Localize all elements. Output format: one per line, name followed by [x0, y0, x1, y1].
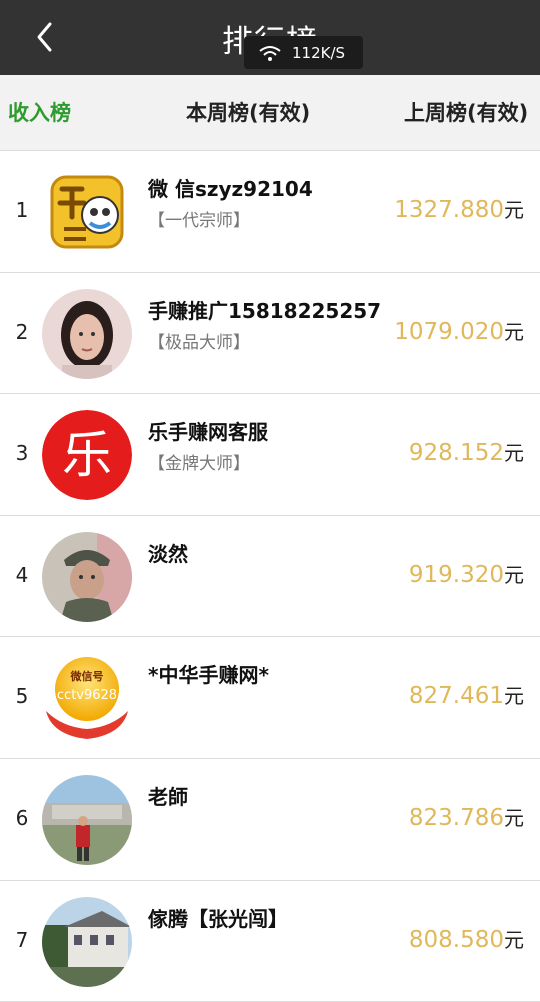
amount-unit: 元: [504, 441, 524, 466]
amount-value: 827.461: [408, 683, 504, 710]
rank-number: 5: [15, 684, 29, 709]
rank-number: 6: [15, 805, 29, 830]
top-bar: 排行榜 112K/S: [0, 0, 540, 75]
user-name: 乐手赚网客服: [148, 420, 268, 445]
amount-unit: 元: [504, 805, 524, 830]
amount-unit: 元: [504, 562, 524, 587]
user-level: 【一代宗师】: [148, 211, 250, 231]
ranking-row[interactable]: 6 老師 823.786元: [0, 758, 540, 881]
svg-text:乐: 乐: [62, 426, 112, 484]
ranking-row[interactable]: 7 傢腾【张光闯】 808.580元: [0, 880, 540, 1002]
tab-this-week[interactable]: 本周榜(有效): [186, 97, 310, 127]
man-portrait-avatar: [42, 531, 132, 622]
user-name: 老師: [148, 784, 188, 809]
amount-value: 928.152: [408, 440, 504, 467]
woman-portrait-avatar: [42, 288, 132, 379]
svg-text:微信号: 微信号: [70, 669, 104, 683]
rank-number: 3: [15, 441, 29, 466]
amount-unit: 元: [504, 927, 524, 952]
amount-value: 1079.020: [394, 318, 504, 345]
network-speed-badge: 112K/S: [244, 36, 363, 69]
user-name: *中华手赚网*: [148, 663, 269, 688]
ranking-row[interactable]: 1 微 信szyz92104 【一代宗师】 1327.880元: [0, 151, 540, 273]
amount-value: 1327.880: [394, 197, 504, 223]
earnings-amount: 827.461元: [409, 680, 524, 709]
rank-number: 1: [15, 198, 29, 222]
ranking-list: 1 微 信szyz92104 【一代宗师】 1327.880元 2 手赚推广15…: [0, 151, 540, 1002]
amount-unit: 元: [504, 198, 524, 222]
rank-number: 7: [15, 927, 29, 952]
ranking-row[interactable]: 3 乐 乐手赚网客服 【金牌大师】 928.152元: [0, 394, 540, 516]
user-level: 【金牌大师】: [148, 454, 250, 475]
tab-income[interactable]: 收入榜: [8, 97, 71, 127]
coin-money-avatar: [42, 167, 132, 257]
rank-number: 4: [15, 562, 29, 587]
wechat-logo-avatar: 微信号 cctv9628: [42, 653, 132, 744]
earnings-amount: 1079.020元: [394, 316, 524, 345]
person-outdoor-avatar: [42, 774, 132, 865]
wifi-icon: [259, 45, 281, 61]
earnings-amount: 1327.880元: [394, 194, 524, 223]
earnings-amount: 919.320元: [409, 559, 524, 588]
earnings-amount: 808.580元: [409, 924, 524, 953]
amount-value: 823.786: [408, 804, 504, 831]
user-name: 傢腾【张光闯】: [148, 906, 288, 931]
ranking-row[interactable]: 4 淡然 919.320元: [0, 515, 540, 638]
building-avatar: [42, 896, 132, 987]
earnings-amount: 928.152元: [409, 437, 524, 466]
rank-number: 2: [15, 319, 29, 344]
ranking-row[interactable]: 5 微信号 cctv9628 *中华手赚网* 827.461元: [0, 637, 540, 759]
user-level: 【极品大师】: [148, 332, 250, 353]
user-name: 淡然: [148, 541, 188, 566]
tab-bar: 收入榜 本周榜(有效) 上周榜(有效): [0, 75, 540, 151]
amount-value: 919.320: [408, 561, 504, 588]
svg-text:cctv9628: cctv9628: [57, 688, 117, 703]
le-logo-avatar: 乐: [42, 410, 132, 501]
tab-last-week[interactable]: 上周榜(有效): [404, 97, 528, 127]
ranking-row[interactable]: 2 手赚推广15818225257 【极品大师】 1079.020元: [0, 272, 540, 395]
network-speed-text: 112K/S: [292, 43, 346, 62]
amount-unit: 元: [504, 684, 524, 709]
earnings-amount: 823.786元: [409, 802, 524, 831]
amount-unit: 元: [504, 319, 524, 344]
amount-value: 808.580: [408, 926, 504, 953]
user-name: 手赚推广15818225257: [148, 298, 382, 323]
user-name: 微 信szyz92104: [148, 177, 313, 201]
